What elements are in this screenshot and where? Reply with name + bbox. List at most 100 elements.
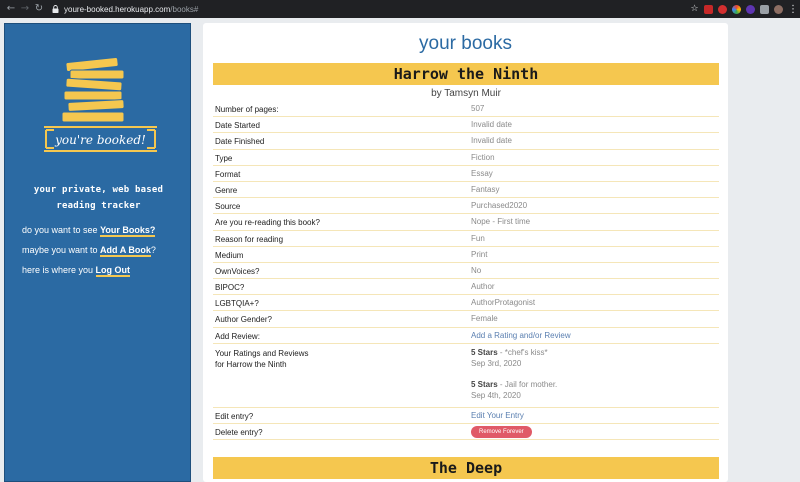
extensions-area: ☆ ⋮ [690,4,798,14]
detail-row: Format Essay [213,166,719,182]
app-logo: you're booked! [42,56,159,176]
sidebar-text: maybe you want to [22,245,101,255]
tagline: your private, web based reading tracker [33,185,164,211]
main-content: your books Harrow the Ninth by Tamsyn Mu… [203,23,728,482]
detail-label: Date Started [215,121,260,131]
extension-icon-stop[interactable] [718,4,727,14]
detail-row: Date Finished Invalid date [213,133,719,150]
detail-row: Are you re-reading this book? Nope - Firs… [213,214,719,231]
review-item: 5 Stars - *chef's kiss* [471,347,557,358]
url-text: youre-booked.herokuapp.com/books# [64,5,198,14]
detail-label: Are you re-reading this book? [215,218,320,228]
extension-icon-red[interactable] [704,4,713,14]
detail-value: Print [471,249,488,259]
url-path: /books# [170,4,199,14]
back-arrow-icon[interactable]: ← [4,2,18,16]
detail-label: LGBTQIA+? [215,299,259,309]
reviews-row: Your Ratings and Reviews for Harrow the N… [213,344,719,408]
menu-dots-icon[interactable]: ⋮ [788,4,798,14]
edit-label: Edit entry? [215,411,254,421]
detail-label: Number of pages: [215,105,279,114]
lock-icon [50,4,60,14]
review-item: 5 Stars - Jail for mother. [471,379,557,390]
detail-label: Format [215,169,241,179]
sidebar: you're booked! your private, web based r… [4,23,191,482]
your-books-link[interactable]: Your Books? [100,225,156,237]
detail-row: Date Started Invalid date [213,117,719,134]
detail-label: Source [215,202,241,212]
detail-value: Female [471,314,498,324]
book-details: Number of pages: 507 Date Started Invalid … [213,101,719,441]
review-stars: 5 Stars [471,379,498,389]
browser-toolbar: ← → ↻ youre-booked.herokuapp.com/books# … [0,0,800,18]
sidebar-text: ? [150,245,156,255]
detail-label: Genre [215,185,238,195]
edit-row: Edit entry? Edit Your Entry [213,408,719,424]
detail-row: Number of pages: 507 [213,101,719,118]
detail-row: Medium Print [213,247,719,263]
detail-row: Type Fiction [213,150,719,166]
book-author: by Tamsyn Muir [431,88,501,99]
add-review-link[interactable]: Add a Rating and/or Review [471,331,571,340]
detail-value: Fiction [471,152,495,162]
delete-row: Delete entry? Remove Forever [213,424,719,441]
add-book-link[interactable]: Add A Book [100,245,151,257]
detail-label: Reason for reading [215,234,284,244]
detail-value: 507 [471,104,485,113]
page-title: your books [419,33,512,54]
detail-value: Invalid date [471,136,512,146]
detail-row: LGBTQIA+? AuthorProtagonist [213,295,719,312]
logo-text: you're booked! [54,133,146,147]
sidebar-row-logout: here is where you Log Out [22,263,187,283]
detail-label: Author Gender? [215,315,272,325]
detail-value: No [471,265,482,275]
review-date: Sep 3rd, 2020 [471,358,522,368]
detail-label: BIPOC? [215,283,245,293]
edit-entry-link[interactable]: Edit Your Entry [471,411,524,420]
detail-row: Author Gender? Female [213,311,719,328]
detail-label: Date Finished [215,137,265,147]
detail-label: Type [215,153,233,163]
detail-value: Author [471,282,495,292]
reviews-label-line: for Harrow the Ninth [215,359,287,369]
review-date: Sep 4th, 2020 [471,390,521,400]
extension-icon-color[interactable] [732,4,741,14]
detail-row: BIPOC? Author [213,279,719,296]
sidebar-text: here is where you [22,265,96,275]
sidebar-links: do you want to see Your Books? maybe you… [22,223,187,283]
puzzle-icon[interactable] [760,4,769,14]
reviews-label-line: Your Ratings and Reviews [215,348,309,358]
detail-label: Medium [215,250,244,260]
url-host: youre-booked.herokuapp.com [64,4,171,14]
book-title-banner: Harrow the Ninth [213,63,719,85]
detail-value: AuthorProtagonist [471,298,536,308]
reviews-list: 5 Stars - *chef's kiss* Sep 3rd, 2020 5 … [471,347,557,401]
detail-value: Nope - First time [471,217,531,227]
address-bar[interactable]: youre-booked.herokuapp.com/books# [50,2,678,16]
extension-icon-purple[interactable] [746,4,755,14]
sidebar-text: do you want to see [22,225,101,235]
detail-value: Invalid date [471,120,512,130]
sidebar-row-add: maybe you want to Add A Book? [22,243,187,263]
reload-icon[interactable]: ↻ [32,2,46,16]
forward-arrow-icon[interactable]: → [18,2,32,16]
book-title-banner: The Deep [213,457,719,479]
detail-row: Reason for reading Fun [213,231,719,247]
reviews-label: Your Ratings and Reviews for Harrow the N… [215,348,309,370]
detail-row: Genre Fantasy [213,182,719,199]
detail-label: Add Review: [215,331,260,341]
review-text: - Jail for mother. [497,379,558,389]
detail-label: OwnVoices? [215,266,260,276]
delete-label: Delete entry? [215,428,263,437]
avatar[interactable] [774,4,783,14]
detail-value: Fantasy [471,184,500,194]
detail-row: OwnVoices? No [213,263,719,280]
detail-value: Fun [471,233,485,243]
log-out-link[interactable]: Log Out [95,265,131,277]
detail-value: Essay [471,168,493,178]
remove-forever-button[interactable]: Remove Forever [471,426,532,438]
review-text: - *chef's kiss* [497,347,548,357]
bookmark-star-icon[interactable]: ☆ [690,4,699,14]
detail-value: Purchased2020 [471,201,528,211]
review-stars: 5 Stars [471,347,498,357]
